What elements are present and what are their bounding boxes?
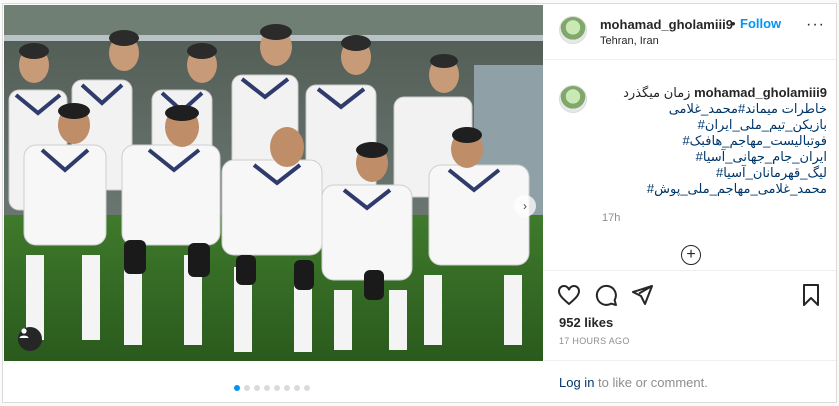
photo-frame: › xyxy=(4,5,543,361)
caption-time: 17h xyxy=(602,212,621,224)
post-sidebar: mohamad_gholamiii9 • Follow Tehran, Iran… xyxy=(544,4,836,402)
login-prompt: Log in to like or comment. xyxy=(544,360,836,403)
post-card: › mohamad_gholamiii9 • Follow Tehran, Ir… xyxy=(2,3,837,403)
hashtag-link[interactable]: لیگ_قهرمانان_آسیا# xyxy=(602,165,827,181)
team-photo xyxy=(4,5,543,361)
plus-circle-icon[interactable]: + xyxy=(681,245,701,265)
post-header: mohamad_gholamiii9 • Follow Tehran, Iran… xyxy=(544,4,836,60)
comments-section: mohamad_gholamiii9 زمان میگذرد خاطرات می… xyxy=(544,60,836,270)
carousel-dot xyxy=(304,385,310,391)
caption-line: زمان میگذرد xyxy=(623,85,691,100)
caption-username[interactable]: mohamad_gholamiii9 xyxy=(694,85,827,100)
hashtag-link[interactable]: بازیکن_تیم_ملی_ایران# xyxy=(602,117,827,133)
caption-avatar[interactable] xyxy=(559,85,587,113)
comment-icon[interactable] xyxy=(594,283,618,307)
like-count[interactable]: 952 likes xyxy=(559,315,613,330)
carousel-dot xyxy=(294,385,300,391)
action-bar: 952 likes 17 HOURS AGO xyxy=(544,270,836,361)
login-text: to like or comment. xyxy=(594,375,708,390)
avatar[interactable] xyxy=(559,16,587,44)
post-caption: mohamad_gholamiii9 زمان میگذرد خاطرات می… xyxy=(602,85,827,197)
carousel-dot xyxy=(284,385,290,391)
hashtag-link[interactable]: خاطرات میماند#محمد_غلامی xyxy=(602,101,827,117)
post-photo[interactable]: › xyxy=(4,5,543,402)
chevron-right-icon[interactable]: › xyxy=(514,195,536,217)
more-options-icon[interactable]: ··· xyxy=(806,16,825,34)
carousel-dot xyxy=(264,385,270,391)
bookmark-icon[interactable] xyxy=(799,283,823,307)
header-username[interactable]: mohamad_gholamiii9 xyxy=(600,17,733,32)
hashtag-link[interactable]: ایران_جام_جهانی_آسیا# xyxy=(602,149,827,165)
share-icon[interactable] xyxy=(630,283,654,307)
carousel-dot xyxy=(274,385,280,391)
heart-icon[interactable] xyxy=(557,283,581,307)
follow-button[interactable]: Follow xyxy=(740,16,781,31)
carousel-dots xyxy=(234,385,310,391)
user-tag-icon[interactable] xyxy=(18,327,42,351)
carousel-dot xyxy=(234,385,240,391)
separator-dot: • xyxy=(731,16,736,31)
carousel-dot xyxy=(254,385,260,391)
location-link[interactable]: Tehran, Iran xyxy=(600,35,659,47)
hashtag-link[interactable]: محمد_غلامی_مهاجم_ملی_پوش# xyxy=(602,181,827,197)
post-timestamp: 17 HOURS AGO xyxy=(559,336,630,346)
hashtag-link[interactable]: فوتبالیست_مهاجم_هافبک# xyxy=(602,133,827,149)
login-link[interactable]: Log in xyxy=(559,375,594,390)
carousel-dot xyxy=(244,385,250,391)
